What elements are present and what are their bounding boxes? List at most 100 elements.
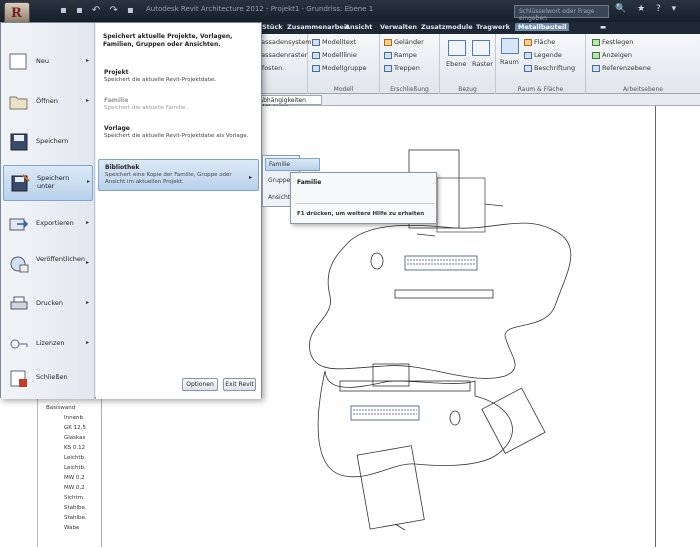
chair-arm: [416, 233, 436, 237]
submenu-item-family: Familie Speichert die aktuelle Familie.: [104, 97, 187, 111]
ramp-icon: [384, 51, 392, 59]
menu-item-save[interactable]: Speichern: [3, 125, 93, 161]
ribbon-group-model: Modelltext Modelllinie Modellgruppe Mode…: [308, 34, 380, 94]
browser-item[interactable]: GK 12,5: [64, 425, 86, 431]
area-icon: [524, 38, 532, 46]
level-icon[interactable]: [448, 40, 466, 56]
browser-item[interactable]: Stahlbe.: [64, 505, 87, 511]
ref-plane-icon: [592, 64, 600, 72]
browser-item[interactable]: Basiswand: [46, 405, 75, 411]
window-controls[interactable]: 🔍 ★ ? ▾: [615, 4, 680, 14]
tab-metallbauteil[interactable]: Metallbauteil: [515, 23, 570, 31]
activate-dependencies-checkbox[interactable]: Abhängigkeiten aktivieren: [256, 95, 322, 111]
ribbon-model-text[interactable]: Modelltext: [312, 38, 356, 46]
set-workplane-icon: [592, 38, 600, 46]
menu-item-new[interactable]: Neu ▸: [3, 45, 93, 81]
tab-stueck[interactable]: Stück: [262, 23, 283, 31]
browser-item[interactable]: Wabe: [64, 525, 79, 531]
tab-zusammenarbeit[interactable]: Zusammenarbeit: [287, 23, 349, 31]
options-bar: Abhängigkeiten aktivieren: [255, 94, 700, 111]
save-as-submenu: Speichert aktuelle Projekte, Vorlagen, F…: [96, 23, 261, 399]
submenu-item-library[interactable]: Bibliothek Speichert eine Kopie der Fami…: [98, 159, 259, 191]
browser-item[interactable]: Sichtm.: [64, 495, 85, 501]
tab-tragwerk[interactable]: Tragwerk: [476, 23, 510, 31]
tab-options-icon[interactable]: ▬: [600, 23, 606, 31]
menu-item-export[interactable]: Exportieren ▸: [3, 207, 93, 243]
menu-item-publish[interactable]: Veröffentlichen ▸: [3, 247, 93, 283]
legend-icon: [524, 51, 532, 59]
browser-item[interactable]: Innenb.: [64, 415, 85, 421]
submenu-arrow-icon: ▸: [86, 97, 90, 104]
quick-access-toolbar[interactable]: ▪ ▪ ↶ ↷ ▪: [60, 5, 137, 16]
tab-verwalten[interactable]: Verwalten: [380, 23, 417, 31]
tab-ansicht[interactable]: Ansicht: [345, 23, 372, 31]
exit-revit-button[interactable]: Exit Revit: [223, 378, 256, 391]
ribbon-ramp[interactable]: Rampe: [384, 51, 417, 59]
submenu-arrow-icon: ▸: [86, 219, 90, 226]
ribbon-set[interactable]: Festlegen: [592, 38, 633, 46]
ribbon-model-group[interactable]: Modellgruppe: [312, 64, 367, 72]
model-text-icon: [312, 38, 320, 46]
chair-arm: [394, 523, 406, 531]
ribbon-curtain-system[interactable]: Fassadensystem: [258, 38, 312, 46]
search-input[interactable]: Schlüsselwort oder Frage eingeben: [514, 5, 609, 22]
application-menu-button[interactable]: R: [4, 2, 30, 24]
ribbon-ref-plane[interactable]: Referenzebene: [592, 64, 651, 72]
upper-mouse: [370, 252, 384, 270]
ribbon-level[interactable]: Ebene: [446, 60, 466, 68]
ribbon-stairs[interactable]: Treppen: [384, 64, 420, 72]
ribbon-model-line[interactable]: Modelllinie: [312, 51, 357, 59]
ribbon-legend[interactable]: Legende: [524, 51, 562, 59]
lower-chair-right: [481, 387, 546, 454]
group-label-model: Modell: [333, 86, 354, 93]
browser-item[interactable]: Glaskas: [64, 435, 85, 441]
tooltip-separator: [295, 203, 434, 204]
browser-item[interactable]: MW 0,2: [64, 475, 85, 481]
submenu-arrow-icon: ▸: [86, 299, 90, 306]
room-icon[interactable]: [501, 38, 519, 54]
tooltip: Familie F1 drücken, um weitere Hilfe zu …: [290, 172, 437, 224]
menu-item-licenses[interactable]: Lizenzen ▸: [3, 327, 93, 363]
menu-item-save-as[interactable]: Speichern unter ▸: [3, 165, 93, 201]
tag-icon: [524, 64, 532, 72]
tab-zusatzmodule[interactable]: Zusatzmodule: [421, 23, 473, 31]
ribbon-show[interactable]: Anzeigen: [592, 51, 632, 59]
grid-icon[interactable]: [472, 40, 490, 56]
submenu-header: Speichert aktuelle Projekte, Vorlagen, F…: [103, 33, 233, 48]
ribbon-room[interactable]: Raum: [500, 58, 519, 66]
model-group-icon: [312, 64, 320, 72]
license-key-icon: [10, 339, 28, 349]
lower-mouse: [449, 410, 461, 426]
ribbon-tag[interactable]: Beschriftung: [524, 64, 575, 72]
browser-item[interactable]: MW 0,2: [64, 485, 85, 491]
browser-item[interactable]: Stahlbe.: [64, 515, 87, 521]
window-title: Autodesk Revit Architecture 2012 - Proje…: [146, 5, 374, 13]
lower-desk-outline: [317, 370, 513, 478]
ribbon-curtain-grid[interactable]: Fassadenraster: [258, 51, 307, 59]
open-folder-icon: [9, 96, 28, 110]
ribbon-group-workplane: Festlegen Anzeigen Referenzebene Arbeits…: [586, 34, 700, 94]
group-label-room: Raum & Fläche: [517, 86, 564, 93]
submenu-item-template[interactable]: Vorlage Speichert die aktuelle Revit-Pro…: [98, 121, 259, 144]
browser-item[interactable]: Leichtb.: [64, 465, 86, 471]
close-document-icon: [10, 370, 27, 387]
revit-logo-icon: R: [11, 6, 22, 21]
menu-item-open[interactable]: Öffnen ▸: [3, 85, 93, 121]
ribbon-railing[interactable]: Geländer: [384, 38, 424, 46]
group-label-datum: Bezug: [458, 86, 477, 93]
lower-monitor-stand: [372, 363, 410, 387]
upper-keyboard: [404, 255, 478, 271]
browser-item[interactable]: KS 0.12: [64, 445, 85, 451]
ribbon-area[interactable]: Fläche: [524, 38, 555, 46]
browser-item[interactable]: Leichtb.: [64, 455, 86, 461]
menu-item-close[interactable]: Schließen: [3, 361, 93, 397]
ribbon: Fassadensystem Fassadenraster Pfosten Mo…: [255, 34, 700, 94]
options-button[interactable]: Optionen: [182, 378, 218, 391]
tooltip-title: Familie: [297, 179, 322, 186]
submenu-item-project[interactable]: Projekt Speichert die aktuelle Revit-Pro…: [98, 65, 259, 88]
stairs-icon: [384, 64, 392, 72]
submenu-arrow-icon: ▸: [86, 57, 90, 64]
ribbon-grid[interactable]: Raster: [472, 60, 493, 68]
flyout-item-family[interactable]: Familie: [265, 158, 320, 171]
menu-item-print[interactable]: Drucken ▸: [3, 287, 93, 323]
